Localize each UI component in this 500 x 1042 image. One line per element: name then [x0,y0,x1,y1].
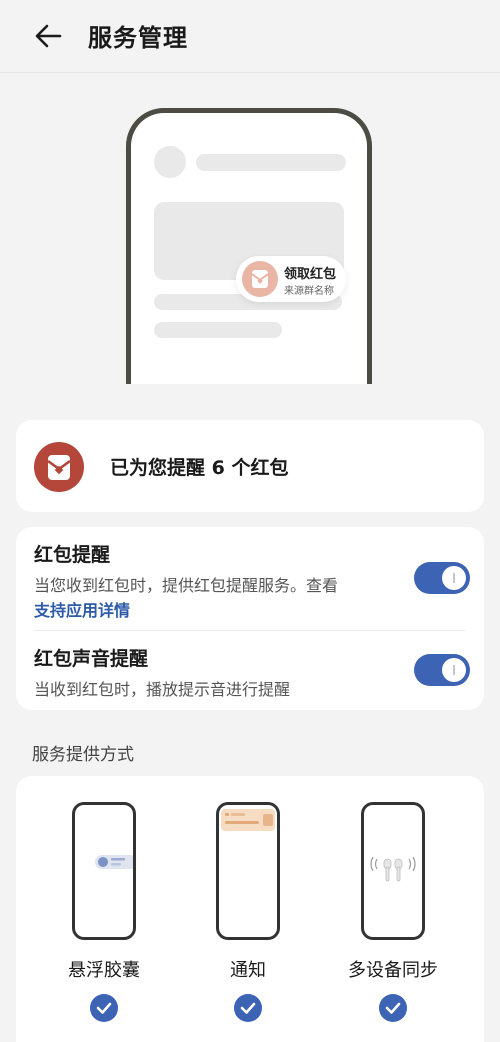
notification-banner-icon [221,809,275,831]
method-phone-floating-capsule [72,802,137,940]
capsule-subtitle: 来源群名称 [284,286,334,297]
toggle-knob [442,658,466,682]
placeholder-avatar [154,146,186,178]
checkmark-icon [96,1002,112,1014]
reminder-count-text: 已为您提醒 6 个红包 [110,457,289,479]
supported-apps-link[interactable]: 支持应用详情 [34,597,130,621]
checkmark-icon [385,1002,401,1014]
red-envelope-capsule: 领取红包 来源群名称 [236,256,346,302]
setting-desc-sound-reminder: 当收到红包时，播放提示音进行提醒 [34,680,291,699]
placeholder-line [196,154,346,171]
placeholder-line [154,322,282,338]
section-label: 服务提供方式 [32,745,134,765]
settings-card: 红包提醒 当您收到红包时，提供红包提醒服务。查看 支持应用详情 红包声音提醒 当… [16,527,484,710]
checkmark-icon [240,1002,256,1014]
hero-illustration: 领取红包 来源群名称 [0,72,500,384]
floating-capsule-icon [95,855,137,869]
red-envelope-reminder-toggle[interactable] [414,562,470,594]
method-label-notification: 通知 [230,960,266,981]
divider [34,630,466,631]
method-label-floating-capsule: 悬浮胶囊 [68,960,140,981]
setting-title-red-envelope-reminder: 红包提醒 [34,544,111,566]
app-header: 服务管理 [0,0,500,73]
setting-title-sound-reminder: 红包声音提醒 [34,648,149,670]
service-methods-card: 悬浮胶囊 通知 多设备同步 [16,776,484,1042]
red-envelope-icon [34,442,84,492]
earbuds-icon [370,856,416,882]
page-title: 服务管理 [88,24,188,52]
sound-reminder-toggle[interactable] [414,654,470,686]
red-envelope-icon [242,261,278,297]
setting-desc-red-envelope-reminder: 当您收到红包时，提供红包提醒服务。查看 [34,576,339,595]
method-label-multi-device: 多设备同步 [348,960,438,981]
method-check-notification[interactable] [234,994,262,1022]
method-phone-notification [216,802,280,940]
method-check-floating-capsule[interactable] [90,994,118,1022]
method-check-multi-device[interactable] [379,994,407,1022]
arrow-left-icon[interactable] [30,16,70,56]
method-phone-multi-device [361,802,425,940]
toggle-knob [442,566,466,590]
capsule-title: 领取红包 [284,267,337,282]
reminder-count-card: 已为您提醒 6 个红包 [16,420,484,512]
